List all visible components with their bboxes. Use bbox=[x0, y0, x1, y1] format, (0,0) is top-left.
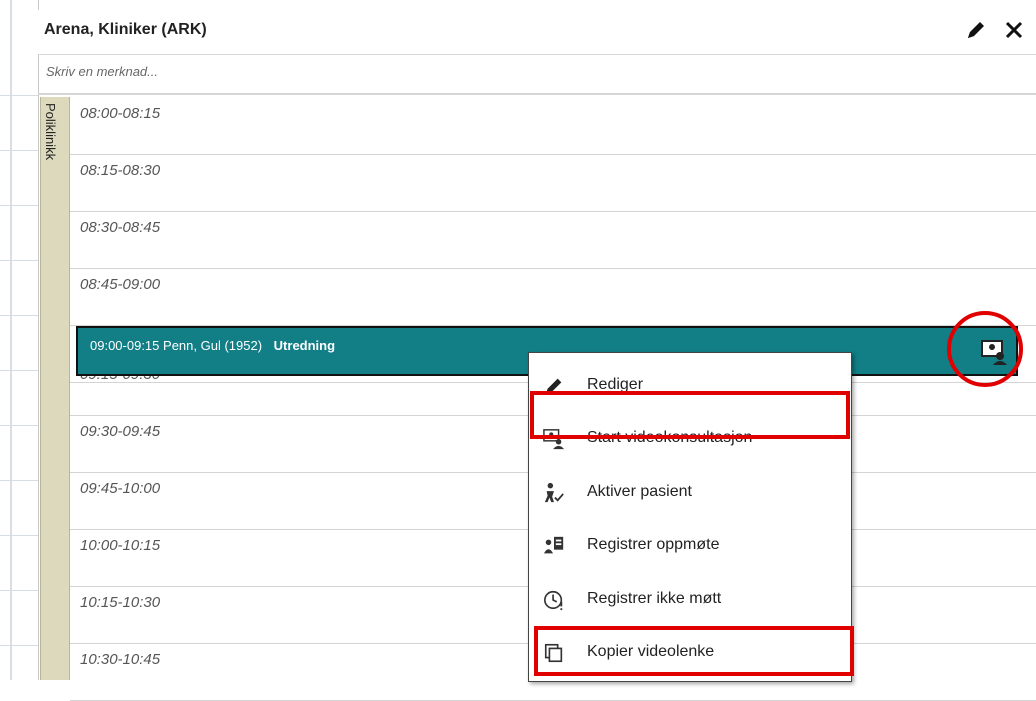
slot-time: 08:15-08:30 bbox=[80, 162, 161, 179]
slot-time: 08:00-08:15 bbox=[80, 105, 161, 122]
highlight-copy-link bbox=[534, 626, 854, 676]
slot-time: 10:00-10:15 bbox=[80, 537, 161, 554]
calendar-header: Arena, Kliniker (ARK) bbox=[38, 10, 1036, 55]
time-slot[interactable]: 08:15-08:30 bbox=[70, 154, 1036, 212]
register-attendance-icon bbox=[543, 535, 565, 557]
left-panel-edge bbox=[0, 0, 39, 680]
menu-item-label: Registrer ikke møtt bbox=[587, 590, 722, 607]
time-slot[interactable]: 08:45-09:00 bbox=[70, 268, 1036, 326]
slot-time: 08:45-09:00 bbox=[80, 276, 161, 293]
menu-item-aktiver-pasient[interactable]: Aktiver pasient bbox=[529, 470, 851, 514]
highlight-start-video bbox=[530, 391, 850, 439]
highlight-circle bbox=[947, 311, 1023, 387]
appointment-time: 09:00-09:15 bbox=[90, 338, 160, 353]
menu-item-label: Registrer oppmøte bbox=[587, 536, 720, 553]
slot-time: 08:30-08:45 bbox=[80, 219, 161, 236]
slot-time: 10:30-10:45 bbox=[80, 651, 161, 668]
appointment-type: Utredning bbox=[273, 338, 336, 353]
resource-title: Arena, Kliniker (ARK) bbox=[44, 21, 207, 38]
appointment-patient: Penn, Gul (1952) bbox=[163, 338, 263, 353]
close-icon[interactable] bbox=[1002, 18, 1026, 42]
note-bar bbox=[38, 55, 1036, 95]
time-slot[interactable]: 08:00-08:15 bbox=[70, 97, 1036, 155]
clock-alert-icon bbox=[543, 589, 565, 611]
clinic-label-text: Poliklinikk bbox=[43, 103, 58, 161]
activate-patient-icon bbox=[543, 482, 565, 504]
slot-time: 09:45-10:00 bbox=[80, 480, 161, 497]
appointment-text: 09:00-09:15 Penn, Gul (1952) Utredning bbox=[90, 338, 335, 353]
slot-time: 10:15-10:30 bbox=[80, 594, 161, 611]
clinic-label: Poliklinikk bbox=[40, 97, 70, 680]
menu-item-registrer-ikke-mott[interactable]: Registrer ikke møtt bbox=[529, 577, 851, 621]
menu-item-label: Aktiver pasient bbox=[587, 483, 692, 500]
pencil-icon[interactable] bbox=[964, 18, 988, 42]
note-input[interactable] bbox=[44, 63, 648, 80]
time-slot[interactable]: 08:30-08:45 bbox=[70, 211, 1036, 269]
menu-item-registrer-oppmote[interactable]: Registrer oppmøte bbox=[529, 523, 851, 567]
left-border bbox=[10, 0, 12, 680]
slot-time: 09:30-09:45 bbox=[80, 423, 161, 440]
